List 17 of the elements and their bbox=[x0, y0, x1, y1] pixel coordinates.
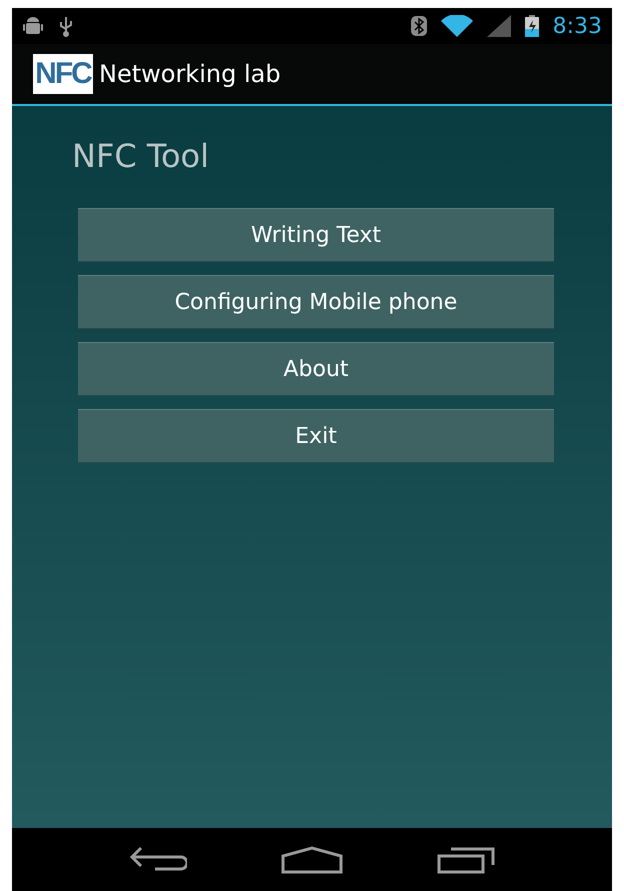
battery-icon bbox=[524, 15, 539, 37]
home-icon[interactable] bbox=[281, 846, 343, 874]
app-logo: NFC bbox=[33, 54, 93, 94]
menu-button[interactable]: Exit bbox=[78, 409, 554, 463]
screen-heading: NFC Tool bbox=[72, 136, 210, 177]
app-title: Networking lab bbox=[99, 59, 281, 90]
wifi-icon bbox=[440, 15, 473, 37]
menu-button[interactable]: About bbox=[78, 342, 554, 396]
usb-icon bbox=[58, 15, 74, 37]
bluetooth-icon bbox=[410, 15, 427, 37]
recent-apps-icon[interactable] bbox=[437, 846, 495, 874]
menu-button[interactable]: Configuring Mobile phone bbox=[78, 275, 554, 329]
signal-icon bbox=[486, 15, 511, 37]
android-icon bbox=[22, 15, 44, 37]
menu-button[interactable]: Writing Text bbox=[78, 208, 554, 262]
back-icon[interactable] bbox=[129, 846, 187, 874]
clock: 8:33 bbox=[552, 12, 602, 40]
